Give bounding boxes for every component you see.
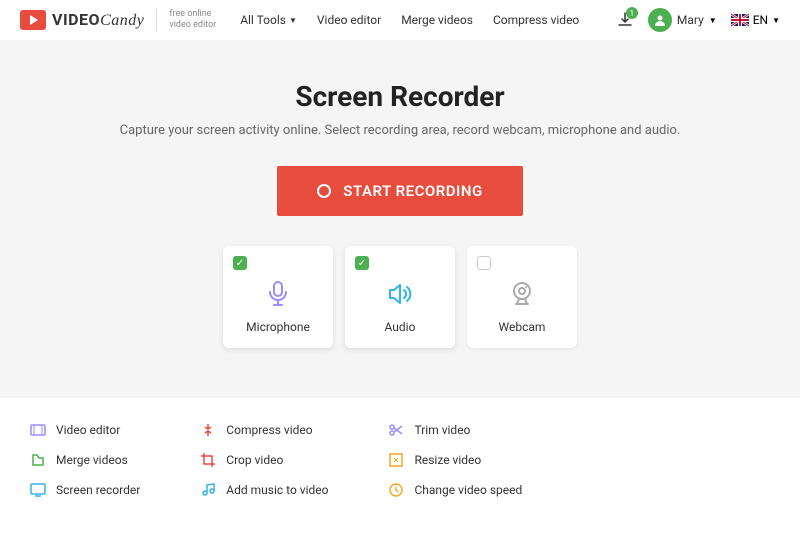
tools-grid: Video editor Merge videos Screen recorde…	[0, 398, 800, 522]
webcam-icon	[481, 278, 563, 310]
checkbox-icon: ✓	[233, 256, 247, 270]
checkbox-icon: ✓	[355, 256, 369, 270]
chevron-down-icon: ▼	[772, 16, 780, 25]
tool-trim-video[interactable]: Trim video	[388, 422, 522, 438]
microphone-icon	[237, 278, 319, 310]
tool-merge-videos[interactable]: Merge videos	[30, 452, 140, 468]
hero: Screen Recorder Capture your screen acti…	[0, 40, 800, 398]
tool-video-editor[interactable]: Video editor	[30, 422, 140, 438]
recording-options: ✓ Microphone ✓ Audio Webcam	[20, 246, 780, 348]
logo-tagline: free onlinevideo editor	[169, 9, 216, 31]
flag-icon	[731, 14, 749, 26]
option-webcam[interactable]: Webcam	[467, 246, 577, 348]
nav: All Tools▼ Video editor Merge videos Com…	[240, 13, 579, 27]
logo[interactable]: VIDEOCandy free onlinevideo editor	[20, 9, 216, 31]
speed-icon	[388, 482, 404, 498]
tool-screen-recorder[interactable]: Screen recorder	[30, 482, 140, 498]
chevron-down-icon: ▼	[709, 16, 717, 25]
merge-icon	[30, 452, 46, 468]
logo-icon	[20, 10, 46, 30]
tool-change-speed[interactable]: Change video speed	[388, 482, 522, 498]
header: VIDEOCandy free onlinevideo editor All T…	[0, 0, 800, 40]
nav-all-tools[interactable]: All Tools▼	[240, 13, 297, 27]
option-microphone[interactable]: ✓ Microphone	[223, 246, 333, 348]
chevron-down-icon: ▼	[289, 16, 297, 25]
tool-crop-video[interactable]: Crop video	[200, 452, 328, 468]
tool-resize-video[interactable]: Resize video	[388, 452, 522, 468]
music-icon	[200, 482, 216, 498]
screen-icon	[30, 482, 46, 498]
download-icon[interactable]: 1	[616, 11, 634, 29]
editor-icon	[30, 422, 46, 438]
resize-icon	[388, 452, 404, 468]
page-subtitle: Capture your screen activity online. Sel…	[20, 123, 780, 138]
logo-text: VIDEOCandy	[52, 10, 144, 30]
page-title: Screen Recorder	[20, 80, 780, 113]
avatar-icon	[648, 8, 672, 32]
nav-compress-video[interactable]: Compress video	[493, 13, 579, 27]
tool-add-music[interactable]: Add music to video	[200, 482, 328, 498]
download-badge: 1	[626, 7, 638, 19]
tool-compress-video[interactable]: Compress video	[200, 422, 328, 438]
audio-icon	[359, 278, 441, 310]
option-audio[interactable]: ✓ Audio	[345, 246, 455, 348]
option-label: Audio	[359, 320, 441, 334]
user-menu[interactable]: Mary ▼	[648, 8, 717, 32]
crop-icon	[200, 452, 216, 468]
language-selector[interactable]: EN ▼	[731, 13, 780, 27]
compress-icon	[200, 422, 216, 438]
user-name: Mary	[677, 13, 704, 27]
option-label: Microphone	[237, 320, 319, 334]
nav-merge-videos[interactable]: Merge videos	[401, 13, 473, 27]
checkbox-icon	[477, 256, 491, 270]
nav-video-editor[interactable]: Video editor	[317, 13, 381, 27]
start-recording-button[interactable]: START RECORDING	[277, 166, 522, 216]
trim-icon	[388, 422, 404, 438]
record-icon	[317, 184, 331, 198]
option-label: Webcam	[481, 320, 563, 334]
